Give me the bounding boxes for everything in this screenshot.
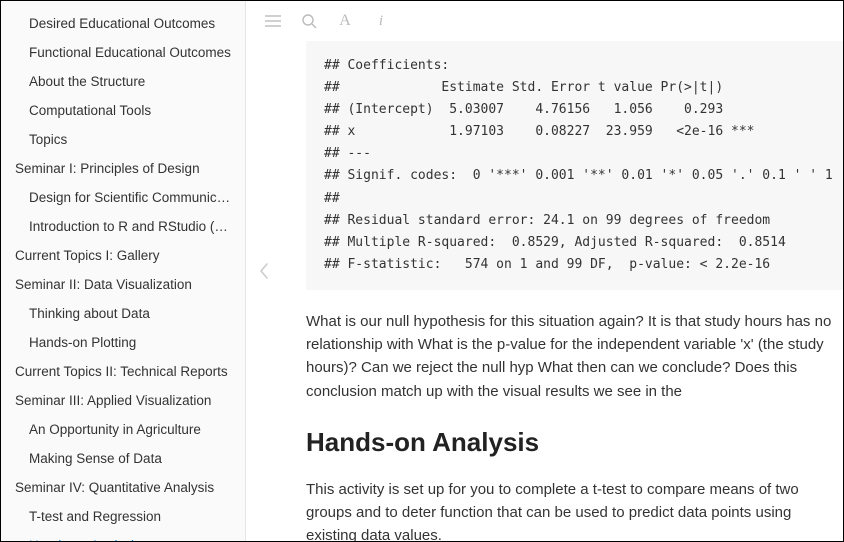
sidebar-item[interactable]: Introduction to R and RStudio (Cl… bbox=[1, 212, 245, 241]
sidebar-item[interactable]: Seminar III: Applied Visualization bbox=[1, 386, 245, 415]
sidebar-item[interactable]: Thinking about Data bbox=[1, 299, 245, 328]
sidebar-scroll[interactable]: Desired Educational OutcomesFunctional E… bbox=[1, 1, 245, 541]
toc-icon[interactable] bbox=[264, 12, 282, 30]
sidebar-item[interactable]: Desired Educational Outcomes bbox=[1, 9, 245, 38]
sidebar-item[interactable]: Seminar II: Data Visualization bbox=[1, 270, 245, 299]
search-icon[interactable] bbox=[300, 12, 318, 30]
sidebar-item[interactable]: Current Topics I: Gallery bbox=[1, 241, 245, 270]
info-icon[interactable]: i bbox=[372, 12, 390, 30]
topbar: A i bbox=[246, 1, 843, 41]
sidebar-item[interactable]: Functional Educational Outcomes bbox=[1, 38, 245, 67]
sidebar-item[interactable]: Design for Scientific Communicati… bbox=[1, 183, 245, 212]
intro-paragraph: This activity is set up for you to compl… bbox=[306, 478, 843, 541]
sidebar-item[interactable]: Current Topics II: Technical Reports bbox=[1, 357, 245, 386]
sidebar-item[interactable]: Hands-on Analysis bbox=[1, 531, 245, 541]
sidebar-item[interactable]: An Opportunity in Agriculture bbox=[1, 415, 245, 444]
sidebar-item[interactable]: Seminar IV: Quantitative Analysis bbox=[1, 473, 245, 502]
sidebar: Desired Educational OutcomesFunctional E… bbox=[1, 1, 246, 541]
sidebar-item[interactable]: Hands-on Plotting bbox=[1, 328, 245, 357]
sidebar-item[interactable]: Seminar I: Principles of Design bbox=[1, 154, 245, 183]
section-heading: Hands-on Analysis bbox=[306, 427, 843, 458]
sidebar-item[interactable]: Making Sense of Data bbox=[1, 444, 245, 473]
sidebar-item[interactable]: Topics bbox=[1, 125, 245, 154]
collapse-sidebar-handle[interactable] bbox=[252, 251, 276, 291]
sidebar-item[interactable]: T-test and Regression bbox=[1, 502, 245, 531]
sidebar-item[interactable]: About the Structure bbox=[1, 67, 245, 96]
font-icon[interactable]: A bbox=[336, 12, 354, 30]
sidebar-item[interactable]: Computational Tools bbox=[1, 96, 245, 125]
content-area: A i ## Coefficients: ## Estimate Std. Er… bbox=[246, 1, 843, 541]
main-content: ## Coefficients: ## Estimate Std. Error … bbox=[246, 41, 843, 541]
question-paragraph: What is our null hypothesis for this sit… bbox=[306, 310, 843, 403]
nav-list: Desired Educational OutcomesFunctional E… bbox=[1, 1, 245, 541]
code-output: ## Coefficients: ## Estimate Std. Error … bbox=[306, 41, 843, 290]
